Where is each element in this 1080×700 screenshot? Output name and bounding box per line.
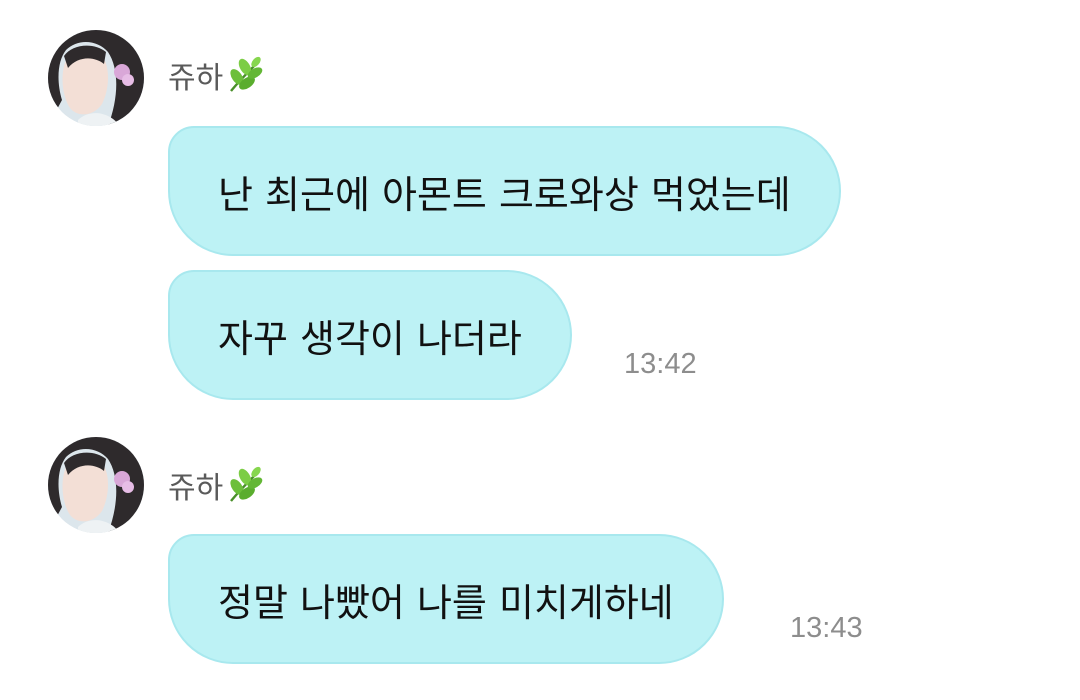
sender-name: 쥬하 — [168, 465, 265, 506]
avatar[interactable] — [48, 30, 144, 126]
avatar[interactable] — [48, 437, 144, 533]
message-text: 난 최근에 아몬트 크로와상 먹었는데 — [218, 172, 791, 217]
herb-leaf-icon — [225, 55, 265, 95]
herb-leaf-icon — [225, 465, 265, 505]
message-timestamp: 13:43 — [790, 612, 863, 644]
sender-name-text: 쥬하 — [168, 471, 224, 506]
message-bubble[interactable]: 난 최근에 아몬트 크로와상 먹었는데 — [168, 126, 841, 256]
chat-view: 쥬하 난 최근에 아몬트 크로와상 먹었는데 자꾸 생각이 나더라 13:42 — [0, 0, 1080, 700]
message-bubble[interactable]: 자꾸 생각이 나더라 — [168, 270, 572, 400]
message-text: 정말 나빴어 나를 미치게하네 — [218, 580, 674, 625]
sender-name: 쥬하 — [168, 55, 265, 96]
message-text: 자꾸 생각이 나더라 — [218, 316, 522, 361]
profile-photo-icon — [48, 437, 144, 533]
sender-name-text: 쥬하 — [168, 61, 224, 96]
message-bubble[interactable]: 정말 나빴어 나를 미치게하네 — [168, 534, 724, 664]
message-timestamp: 13:42 — [624, 348, 697, 380]
profile-photo-icon — [48, 30, 144, 126]
